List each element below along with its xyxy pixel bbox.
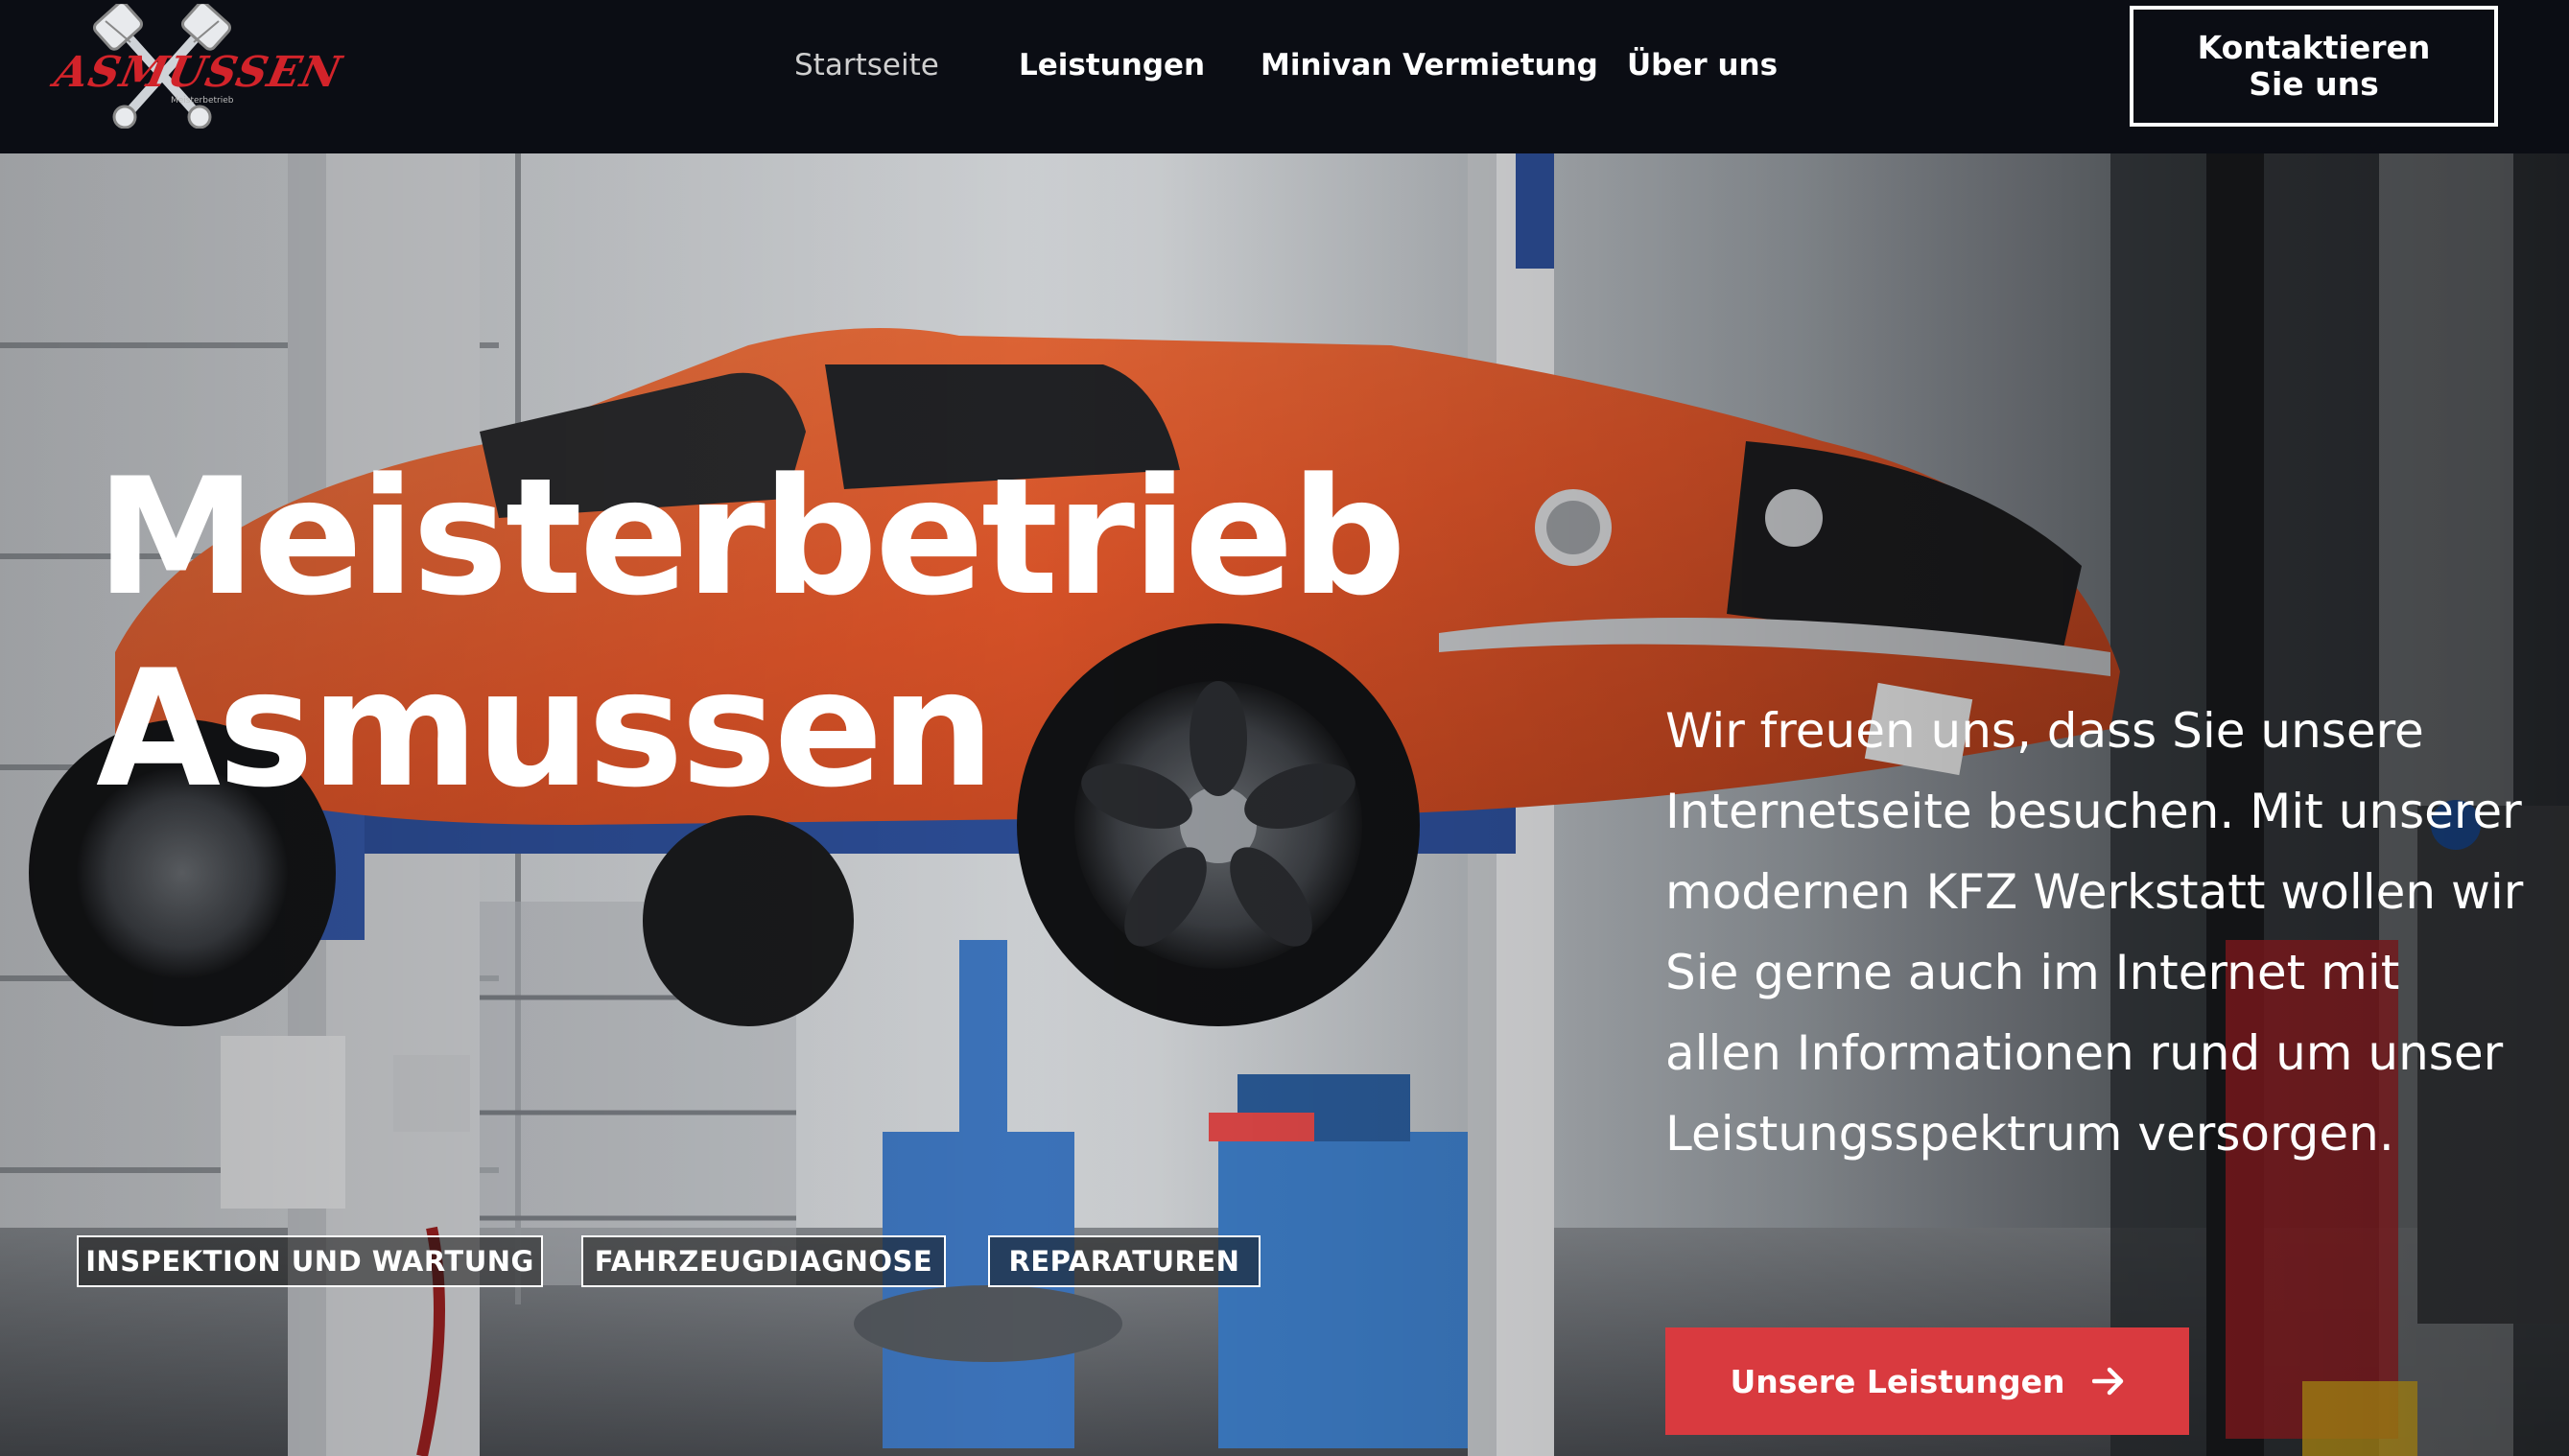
tag-inspektion-und-wartung[interactable]: INSPEKTION UND WARTUNG xyxy=(77,1235,543,1287)
services-cta-button[interactable]: Unsere Leistungen xyxy=(1665,1327,2189,1435)
tag-fahrzeugdiagnose[interactable]: FAHRZEUGDIAGNOSE xyxy=(581,1235,946,1287)
hero-title-line-2: Asmussen xyxy=(96,635,995,823)
contact-button-label: Kontaktieren Sie uns xyxy=(2197,29,2431,103)
logo-wordmark: ASMUSSEN xyxy=(50,48,346,97)
nav-item-leistungen[interactable]: Leistungen xyxy=(1019,48,1205,82)
contact-button[interactable]: Kontaktieren Sie uns xyxy=(2130,6,2498,127)
nav-item-startseite[interactable]: Startseite xyxy=(794,48,939,82)
hero-title: Meisterbetrieb Asmussen xyxy=(96,441,1406,825)
logo[interactable]: ASMUSSEN Meisterbetrieb xyxy=(51,4,346,129)
tag-reparaturen[interactable]: REPARATUREN xyxy=(988,1235,1261,1287)
services-cta-label: Unsere Leistungen xyxy=(1730,1362,2065,1400)
site-header: ASMUSSEN Meisterbetrieb Startseite Leist… xyxy=(0,0,2569,153)
arrow-right-icon xyxy=(2091,1367,2123,1396)
nav-item-minivan-vermietung[interactable]: Minivan Vermietung xyxy=(1261,48,1598,82)
logo-subline: Meisterbetrieb xyxy=(171,96,234,106)
hero-title-line-1: Meisterbetrieb xyxy=(96,443,1406,631)
hero-intro-text: Wir freuen uns, dass Sie unsere Internet… xyxy=(1665,703,2524,1162)
nav-item-ueber-uns[interactable]: Über uns xyxy=(1627,48,1778,82)
